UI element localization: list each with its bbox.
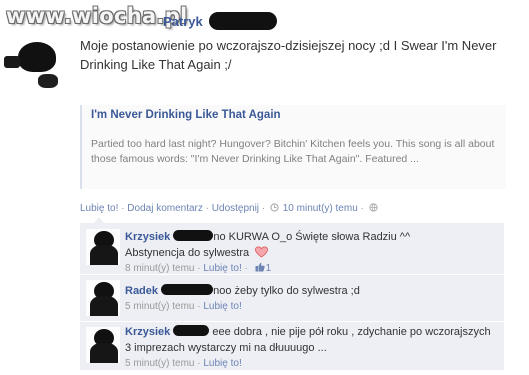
globe-icon <box>369 203 378 212</box>
avatar-redaction <box>90 343 118 363</box>
commenter-name[interactable]: Krzysiek <box>125 231 170 243</box>
add-comment-link[interactable]: Dodaj komentarz <box>127 203 203 214</box>
avatar-redaction <box>38 74 58 88</box>
comment-timestamp[interactable]: 5 minut(y) temu <box>125 358 194 369</box>
comment-likes-count[interactable]: 1 <box>266 263 272 274</box>
separator: · <box>121 203 125 214</box>
comment-like-link[interactable]: Lubię to! <box>203 358 241 369</box>
separator: · <box>197 301 201 312</box>
thumbs-up-icon <box>255 262 265 272</box>
comment-timestamp[interactable]: 8 minut(y) temu <box>125 263 194 274</box>
commenter-avatar[interactable] <box>86 327 120 363</box>
link-attachment[interactable]: I'm Never Drinking Like That Again Parti… <box>80 105 506 189</box>
commenter-avatar[interactable] <box>86 280 120 316</box>
comment-body: Krzysiek no KURWA O_o Święte słowa Radzi… <box>125 229 495 277</box>
commenter-name[interactable]: Krzysiek <box>125 326 170 338</box>
commenter-name[interactable]: Radek <box>125 285 158 297</box>
comment-like-link[interactable]: Lubię to! <box>203 263 241 274</box>
attachment-title[interactable]: I'm Never Drinking Like That Again <box>91 109 281 121</box>
comment-body: Radek noo żeby tylko do sylwestra ;d 5 m… <box>125 283 495 315</box>
comment-timestamp[interactable]: 5 minut(y) temu <box>125 301 194 312</box>
avatar-redaction <box>18 42 56 72</box>
attachment-description: Partied too hard last night? Hungover? B… <box>91 138 495 165</box>
avatar-redaction <box>90 245 118 265</box>
clock-icon <box>270 203 279 212</box>
author-surname-redaction <box>209 12 277 30</box>
post-timestamp[interactable]: 10 minut(y) temu <box>283 203 358 214</box>
comment-text: no KURWA O_o Święte słowa Radziu ^^ <box>213 231 411 243</box>
heart-icon <box>255 246 269 258</box>
comment-text: noo żeby tylko do sylwestra ;d <box>213 285 360 297</box>
share-link[interactable]: Udostępnij <box>212 203 259 214</box>
separator: · <box>197 358 201 369</box>
separator: · <box>244 263 248 274</box>
comment-item: Krzysiek no KURWA O_o Święte słowa Radzi… <box>80 223 504 275</box>
poster-avatar[interactable] <box>4 36 60 92</box>
post-action-bar: Lubię to! · Dodaj komentarz · Udostępnij… <box>80 203 379 214</box>
comment-like-link[interactable]: Lubię to! <box>203 301 241 312</box>
post-author-name[interactable]: Patryk <box>163 14 203 29</box>
site-watermark: www.wiocha.pl <box>6 4 188 28</box>
facebook-post: www.wiocha.pl Patryk Moje postanowienie … <box>0 0 529 375</box>
like-link[interactable]: Lubię to! <box>80 203 118 214</box>
surname-redaction <box>161 284 214 295</box>
comment-text-line2: Abstynencja do sylwestra <box>125 247 250 259</box>
surname-redaction <box>173 230 214 241</box>
comments-section: Krzysiek no KURWA O_o Święte słowa Radzi… <box>80 217 504 371</box>
post-message: Moje postanowienie po wczorajszo-dzisiej… <box>80 38 497 72</box>
commenter-avatar[interactable] <box>86 229 120 265</box>
comment-body: Krzysiek eee dobra , nie pije pół roku ,… <box>125 324 495 372</box>
separator: · <box>261 203 266 214</box>
separator: · <box>205 203 209 214</box>
comment-item: Krzysiek eee dobra , nie pije pół roku ,… <box>80 322 504 371</box>
separator: · <box>360 203 364 214</box>
comment-item: Radek noo żeby tylko do sylwestra ;d 5 m… <box>80 275 504 322</box>
separator: · <box>197 263 201 274</box>
avatar-redaction <box>4 56 20 68</box>
avatar-redaction <box>90 296 118 316</box>
surname-redaction <box>173 325 210 336</box>
